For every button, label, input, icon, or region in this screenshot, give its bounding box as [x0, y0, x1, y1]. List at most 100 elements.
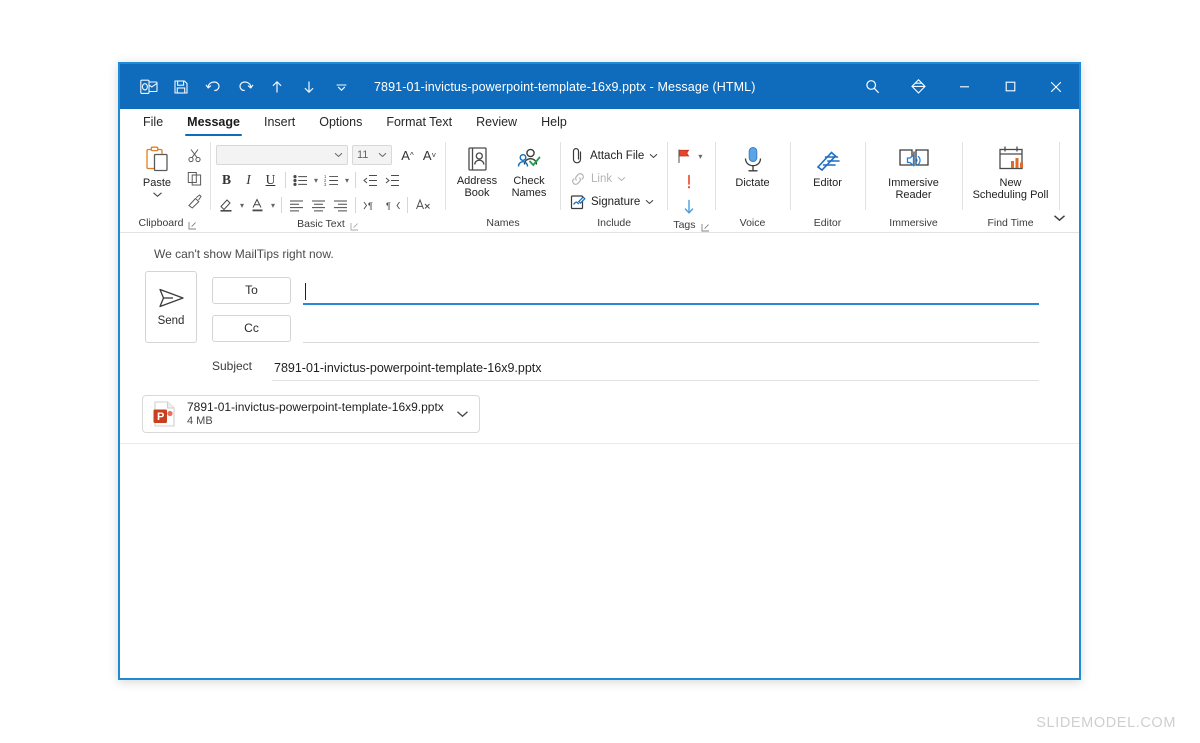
attachment-chevron-down-icon[interactable]: [453, 410, 473, 418]
tab-options[interactable]: Options: [308, 112, 373, 136]
bold-button[interactable]: B: [216, 170, 237, 191]
font-name-input[interactable]: [216, 145, 348, 165]
editor-button[interactable]: Editor: [796, 141, 860, 189]
subject-input[interactable]: 7891-01-invictus-powerpoint-template-16x…: [272, 351, 1057, 381]
link-chevron-down-icon: [617, 176, 626, 181]
cc-row: Cc: [212, 309, 1057, 347]
tab-help[interactable]: Help: [530, 112, 578, 136]
save-icon[interactable]: [166, 72, 196, 102]
cc-underline: [303, 342, 1039, 343]
customize-quick-access-toolbar-icon[interactable]: [326, 72, 356, 102]
link-button[interactable]: Link: [570, 167, 658, 190]
follow-up-flag-icon[interactable]: [673, 146, 695, 166]
underline-label: U: [265, 172, 276, 187]
to-button[interactable]: To: [212, 276, 291, 304]
attachment-chip[interactable]: P 7891-01-invictus-powerpoint-template-1…: [142, 395, 480, 433]
attachment-file-size: 4 MB: [187, 415, 213, 427]
attachment-file-name: 7891-01-invictus-powerpoint-template-16x…: [187, 400, 444, 414]
undo-icon[interactable]: [198, 72, 228, 102]
redo-icon[interactable]: [230, 72, 260, 102]
italic-button[interactable]: I: [238, 170, 259, 191]
message-body-input[interactable]: [120, 444, 1079, 659]
ribbon-group-editor: Editor Editor: [791, 137, 865, 232]
right-to-left-text-direction-icon[interactable]: ¶: [382, 195, 403, 216]
paste-button[interactable]: Paste: [131, 141, 183, 198]
numbering-icon[interactable]: 123: [321, 170, 342, 191]
follow-up-chevron-down-icon[interactable]: ▾: [696, 152, 704, 161]
bullets-icon[interactable]: [290, 170, 311, 191]
left-to-right-text-direction-icon[interactable]: ¶: [360, 195, 381, 216]
divider: [355, 197, 357, 213]
underline-button[interactable]: U: [260, 170, 281, 191]
clipboard-small-buttons: [183, 141, 205, 211]
basic-text-group-label-text: Basic Text: [297, 218, 345, 230]
clipboard-dialog-launcher-icon[interactable]: [188, 219, 197, 229]
ribbon-group-voice: Dictate Voice: [716, 137, 790, 232]
link-label: Link: [591, 172, 613, 185]
text-highlight-color-icon[interactable]: [216, 195, 237, 216]
tab-review[interactable]: Review: [465, 112, 528, 136]
bold-label: B: [221, 172, 231, 187]
high-importance-icon[interactable]: [678, 172, 700, 192]
font-size-input[interactable]: 11: [352, 145, 392, 165]
address-book-button[interactable]: Address Book: [451, 141, 503, 199]
to-input[interactable]: [303, 275, 1057, 305]
check-names-button[interactable]: Check Names: [503, 141, 555, 199]
decrease-indent-icon[interactable]: [360, 170, 381, 191]
font-color-chevron-down-icon[interactable]: ▾: [269, 201, 277, 210]
new-scheduling-poll-button[interactable]: New Scheduling Poll: [968, 141, 1054, 201]
align-left-icon[interactable]: [286, 195, 307, 216]
next-item-icon[interactable]: [294, 72, 324, 102]
subject-row: Subject 7891-01-invictus-powerpoint-temp…: [120, 347, 1079, 385]
send-button[interactable]: Send: [145, 271, 197, 343]
attach-file-label: Attach File: [590, 149, 645, 162]
bullets-chevron-down-icon[interactable]: ▾: [312, 176, 320, 185]
maximize-button[interactable]: [987, 64, 1033, 109]
signature-label: Signature: [591, 195, 641, 208]
align-right-icon[interactable]: [330, 195, 351, 216]
text-style-row: B I U ▾ 123 ▾: [216, 169, 440, 191]
search-icon[interactable]: [849, 64, 895, 109]
minimize-button[interactable]: [941, 64, 987, 109]
highlight-chevron-down-icon[interactable]: ▾: [238, 201, 246, 210]
address-book-label-line2: Book: [464, 187, 490, 199]
font-color-icon[interactable]: [247, 195, 268, 216]
attachment-meta: 7891-01-invictus-powerpoint-template-16x…: [187, 400, 444, 428]
tab-format-text[interactable]: Format Text: [375, 112, 463, 136]
basic-text-dialog-launcher-icon[interactable]: [350, 220, 359, 230]
dictate-button[interactable]: Dictate: [721, 141, 785, 189]
follow-up-row: ▾: [673, 145, 704, 167]
cc-input[interactable]: [303, 313, 1057, 343]
tab-message[interactable]: Message: [176, 112, 251, 136]
outlook-app-icon[interactable]: [134, 72, 164, 102]
align-center-icon[interactable]: [308, 195, 329, 216]
collapse-ribbon-chevron-icon[interactable]: [1049, 208, 1069, 228]
numbering-chevron-down-icon[interactable]: ▾: [343, 176, 351, 185]
voice-group-label: Voice: [721, 214, 785, 232]
tab-insert[interactable]: Insert: [253, 112, 306, 136]
clear-formatting-icon[interactable]: [412, 195, 433, 216]
ribbon-group-find-time: New Scheduling Poll Find Time: [963, 137, 1059, 232]
cut-icon[interactable]: [183, 145, 205, 165]
increase-indent-icon[interactable]: [382, 170, 403, 191]
recipient-fields: To Cc: [200, 271, 1057, 347]
tab-file[interactable]: File: [132, 112, 174, 136]
diamond-icon[interactable]: [895, 64, 941, 109]
signature-button[interactable]: Signature: [570, 190, 658, 213]
previous-item-icon[interactable]: [262, 72, 292, 102]
cc-button[interactable]: Cc: [212, 314, 291, 342]
grow-font-button[interactable]: A ^: [397, 145, 418, 166]
immersive-reader-button[interactable]: Immersive Reader: [871, 141, 957, 201]
immersive-group-label: Immersive: [871, 214, 957, 232]
tags-dialog-launcher-icon[interactable]: [701, 221, 710, 231]
attach-file-chevron-down-icon: [649, 153, 658, 158]
copy-icon[interactable]: [183, 168, 205, 188]
tags-group-label: Tags: [673, 217, 709, 233]
shrink-font-button[interactable]: A ˅: [419, 145, 440, 166]
low-importance-icon[interactable]: [678, 197, 700, 217]
close-button[interactable]: [1033, 64, 1079, 109]
attach-file-button[interactable]: Attach File: [570, 144, 658, 167]
include-group-label-text: Include: [597, 217, 632, 229]
ribbon-tab-bar: File Message Insert Options Format Text …: [120, 109, 1079, 137]
format-painter-icon[interactable]: [183, 191, 205, 211]
